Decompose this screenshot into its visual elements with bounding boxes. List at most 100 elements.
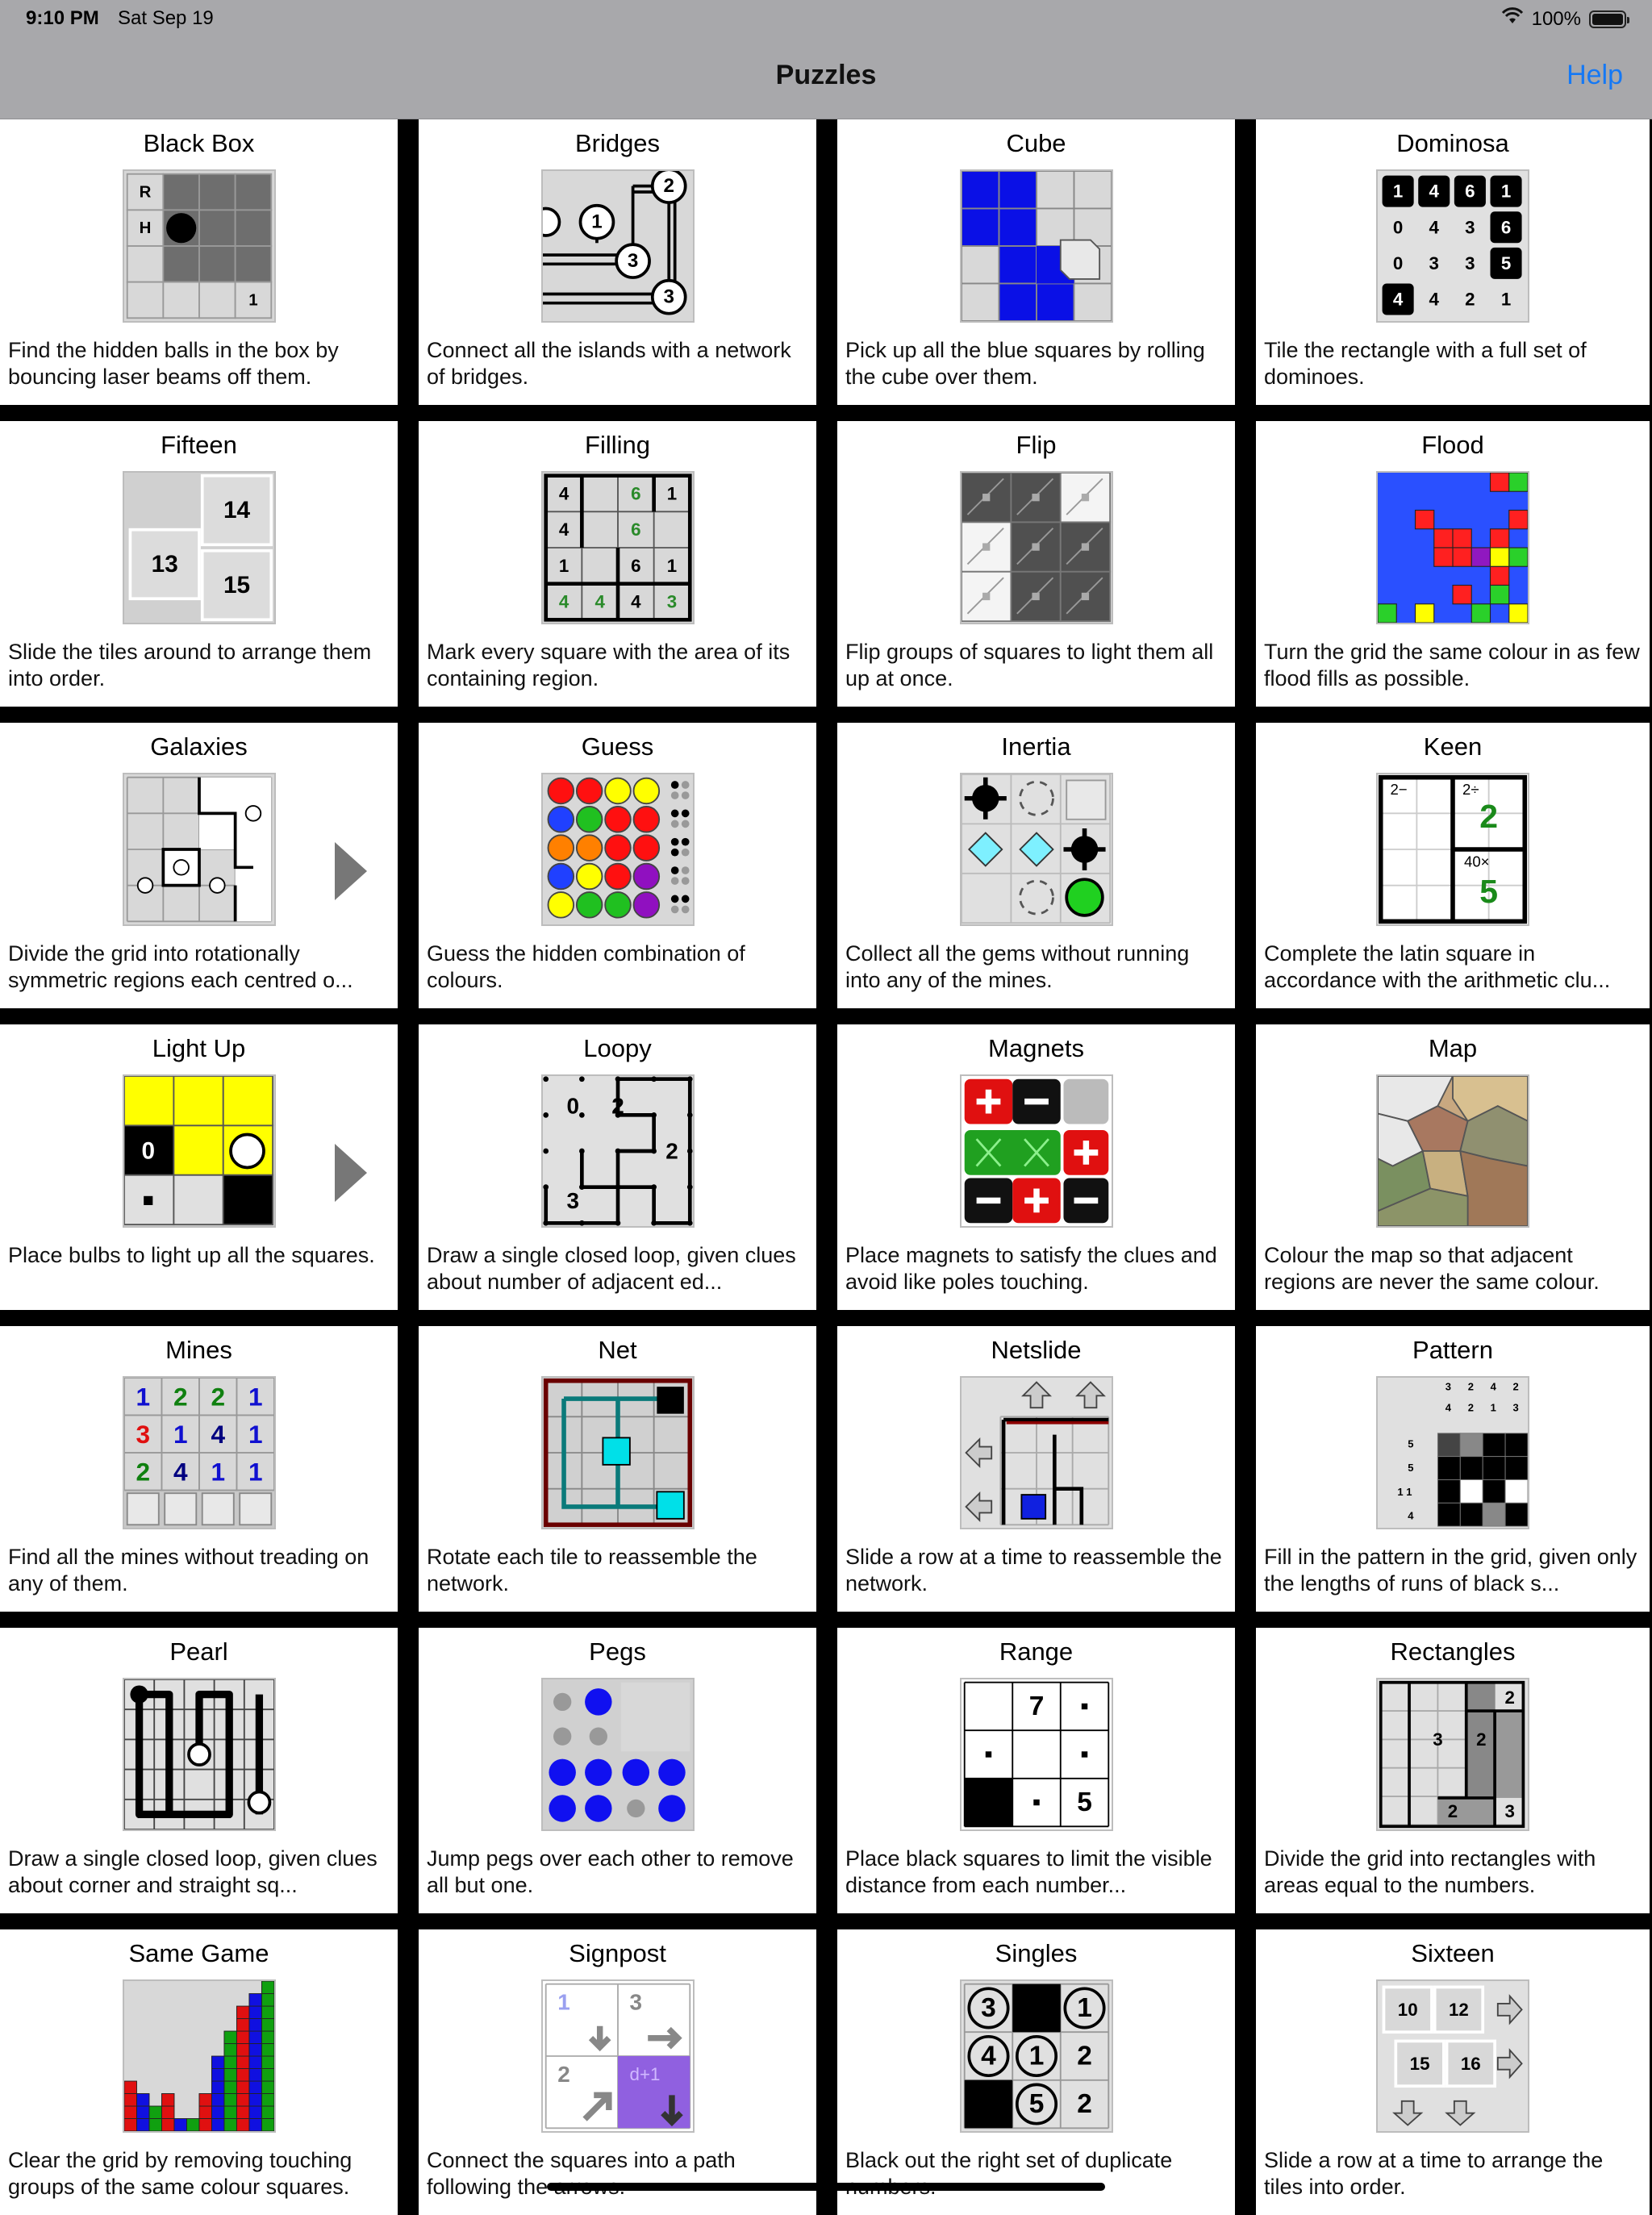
puzzle-description: Clear the grid by removing touching grou…: [8, 2148, 353, 2199]
puzzle-description: Jump pegs over each other to remove all …: [427, 1846, 794, 1897]
home-indicator[interactable]: [547, 2183, 1105, 2191]
puzzle-card-netslide[interactable]: Netslide Slide a row at a time to reasse…: [837, 1326, 1235, 1612]
puzzle-card-guess[interactable]: Guess Guess the hidden combination of co…: [419, 723, 816, 1008]
puzzle-description: Collect all the gems without running int…: [845, 941, 1190, 992]
puzzle-card-pegs[interactable]: Pegs Jump pegs over each other to remove…: [419, 1628, 816, 1913]
svg-text:2÷: 2÷: [1462, 781, 1479, 798]
chevron-right-icon[interactable]: [335, 842, 367, 900]
puzzle-name: Dominosa: [1396, 129, 1509, 157]
cube-icon: [959, 169, 1113, 323]
svg-text:1: 1: [666, 484, 676, 504]
svg-text:4: 4: [1408, 1510, 1414, 1522]
netslide-icon: [959, 1376, 1113, 1529]
puzzle-card-flood[interactable]: Flood Turn the grid the same colour in a…: [1256, 421, 1650, 707]
puzzle-name: Net: [598, 1336, 637, 1364]
puzzle-description: Slide the tiles around to arrange them i…: [8, 640, 372, 690]
svg-text:1: 1: [666, 556, 676, 576]
puzzle-card-mines[interactable]: Mines 122131412411 Find all the mines wi…: [0, 1326, 398, 1612]
svg-text:2: 2: [1468, 1402, 1474, 1414]
svg-text:4: 4: [1429, 290, 1440, 310]
svg-text:3: 3: [666, 591, 676, 611]
puzzle-card-inertia[interactable]: Inertia Collect all the gems without run…: [837, 723, 1235, 1008]
puzzle-card-net[interactable]: Net Rotate each tile to reassemble the n…: [419, 1326, 816, 1612]
puzzle-card-filling[interactable]: Filling 4 6 1 4 6 1 6 1 4 4 4 3 Mark every square w…: [419, 421, 816, 707]
pegs-icon: [540, 1678, 695, 1831]
puzzle-description: Fill in the pattern in the grid, given o…: [1264, 1545, 1637, 1596]
svg-text:6: 6: [631, 484, 640, 504]
map-icon: [1376, 1074, 1529, 1228]
puzzle-card-black-box[interactable]: Black Box RH 1 Find the hidden balls in t…: [0, 119, 398, 405]
loopy-icon: 0 2 2 3: [540, 1074, 695, 1228]
puzzle-card-galaxies[interactable]: Galaxies Divide the grid into rotational…: [0, 723, 398, 1008]
svg-text:5: 5: [1028, 2089, 1044, 2119]
svg-text:3: 3: [1465, 253, 1475, 273]
svg-text:5: 5: [1501, 253, 1511, 273]
puzzle-card-bridges[interactable]: Bridges 2 1 3 3 Connect all the islands wit…: [419, 119, 816, 405]
puzzle-name: Guess: [581, 732, 654, 761]
svg-text:3: 3: [1446, 1381, 1451, 1393]
puzzle-name: Map: [1428, 1034, 1478, 1062]
puzzle-card-keen[interactable]: Keen 2− 2÷ 2 40× 5 Complete the latin square…: [1256, 723, 1650, 1008]
svg-text:3: 3: [663, 286, 674, 308]
puzzle-card-magnets[interactable]: Magnets Place magnets to satisfy the clu…: [837, 1024, 1235, 1310]
puzzle-card-pattern[interactable]: Pattern 3 2 4 2 4 2 1 3 5 5 1 1 4 Fill in the patte…: [1256, 1326, 1650, 1612]
svg-text:4: 4: [1393, 290, 1404, 310]
puzzle-description: Draw a single closed loop, given clues a…: [427, 1243, 796, 1294]
svg-text:3: 3: [629, 1990, 642, 2015]
puzzle-card-light-up[interactable]: Light Up 0 Place bulbs to light up all t…: [0, 1024, 398, 1310]
signpost-icon: 1 3 2 d+1: [540, 1979, 695, 2133]
puzzle-name: Pearl: [169, 1637, 228, 1666]
puzzle-description: Colour the map so that adjacent regions …: [1264, 1243, 1600, 1294]
puzzle-card-signpost[interactable]: Signpost 1 3 2 d+1 Connect the squares into…: [419, 1929, 816, 2215]
help-button[interactable]: Help: [1566, 60, 1623, 91]
puzzle-card-singles[interactable]: Singles 3 1 4 1 2 5 2 Black out the right set …: [837, 1929, 1235, 2215]
puzzle-name: Rectangles: [1390, 1637, 1516, 1666]
svg-text:2−: 2−: [1390, 781, 1407, 798]
svg-text:4: 4: [558, 519, 569, 540]
svg-text:0: 0: [1393, 253, 1403, 273]
svg-text:4: 4: [1446, 1402, 1452, 1414]
puzzle-name: Pegs: [589, 1637, 646, 1666]
puzzle-name: Galaxies: [150, 732, 248, 761]
singles-icon: 3 1 4 1 2 5 2: [959, 1979, 1113, 2133]
puzzle-card-cube[interactable]: Cube Pick up all the blue squares by rol…: [837, 119, 1235, 405]
svg-text:5: 5: [1408, 1437, 1413, 1450]
puzzle-card-map[interactable]: Map Colour the map so that adjacent regi…: [1256, 1024, 1650, 1310]
puzzle-card-range[interactable]: Range 75 Place black squares to limit th…: [837, 1628, 1235, 1913]
battery-icon: [1589, 10, 1629, 28]
puzzle-card-rectangles[interactable]: Rectangles 23223 Divide the grid into re…: [1256, 1628, 1650, 1913]
svg-text:4: 4: [631, 591, 641, 611]
black-box-icon: RH 1: [122, 169, 276, 323]
puzzle-card-dominosa[interactable]: Dominosa 1 4 6 1 0 4 3 6 0 3 3 5 4 4 2 1 Tile the recta…: [1256, 119, 1650, 405]
puzzle-description: Divide the grid into rectangles with are…: [1264, 1846, 1596, 1897]
svg-text:16: 16: [1461, 2054, 1481, 2074]
puzzle-card-same-game[interactable]: Same Game Clear the grid by removing tou…: [0, 1929, 398, 2215]
sixteen-icon: 10 12 15 16: [1376, 1979, 1529, 2133]
puzzle-name: Sixteen: [1411, 1939, 1495, 1967]
puzzle-card-pearl[interactable]: Pearl Draw a single closed loop, given c…: [0, 1628, 398, 1913]
net-icon: [540, 1376, 695, 1529]
puzzle-name: Same Game: [128, 1939, 269, 1967]
svg-text:15: 15: [1410, 2054, 1430, 2074]
svg-text:1: 1: [1491, 1402, 1496, 1414]
svg-text:12: 12: [1449, 2000, 1469, 2020]
puzzle-card-loopy[interactable]: Loopy 0 2 2 3 Draw a single closed loop, gi…: [419, 1024, 816, 1310]
svg-text:13: 13: [151, 551, 177, 578]
svg-text:3: 3: [1429, 253, 1439, 273]
bridges-icon: 2 1 3 3: [540, 169, 695, 323]
galaxies-icon: [122, 773, 276, 926]
svg-text:3: 3: [566, 1188, 579, 1213]
svg-text:3: 3: [627, 250, 637, 272]
svg-text:1: 1: [558, 556, 568, 576]
puzzle-card-fifteen[interactable]: Fifteen 14 13 15 Slide the tiles around to…: [0, 421, 398, 707]
puzzle-description: Draw a single closed loop, given clues a…: [8, 1846, 378, 1897]
dominosa-icon: 1 4 6 1 0 4 3 6 0 3 3 5 4 4 2 1: [1376, 169, 1529, 323]
puzzle-name: Keen: [1423, 732, 1483, 761]
svg-text:H: H: [139, 219, 151, 237]
puzzle-card-sixteen[interactable]: Sixteen 10 12 15 16 Slide a row at a time t…: [1256, 1929, 1650, 2215]
puzzle-card-flip[interactable]: Flip Flip groups of squares to light the…: [837, 421, 1235, 707]
chevron-right-icon[interactable]: [335, 1144, 367, 1202]
puzzle-description: Black out the right set of duplicate num…: [845, 2148, 1173, 2199]
svg-text:4: 4: [558, 484, 569, 504]
svg-text:7: 7: [1028, 1691, 1044, 1721]
